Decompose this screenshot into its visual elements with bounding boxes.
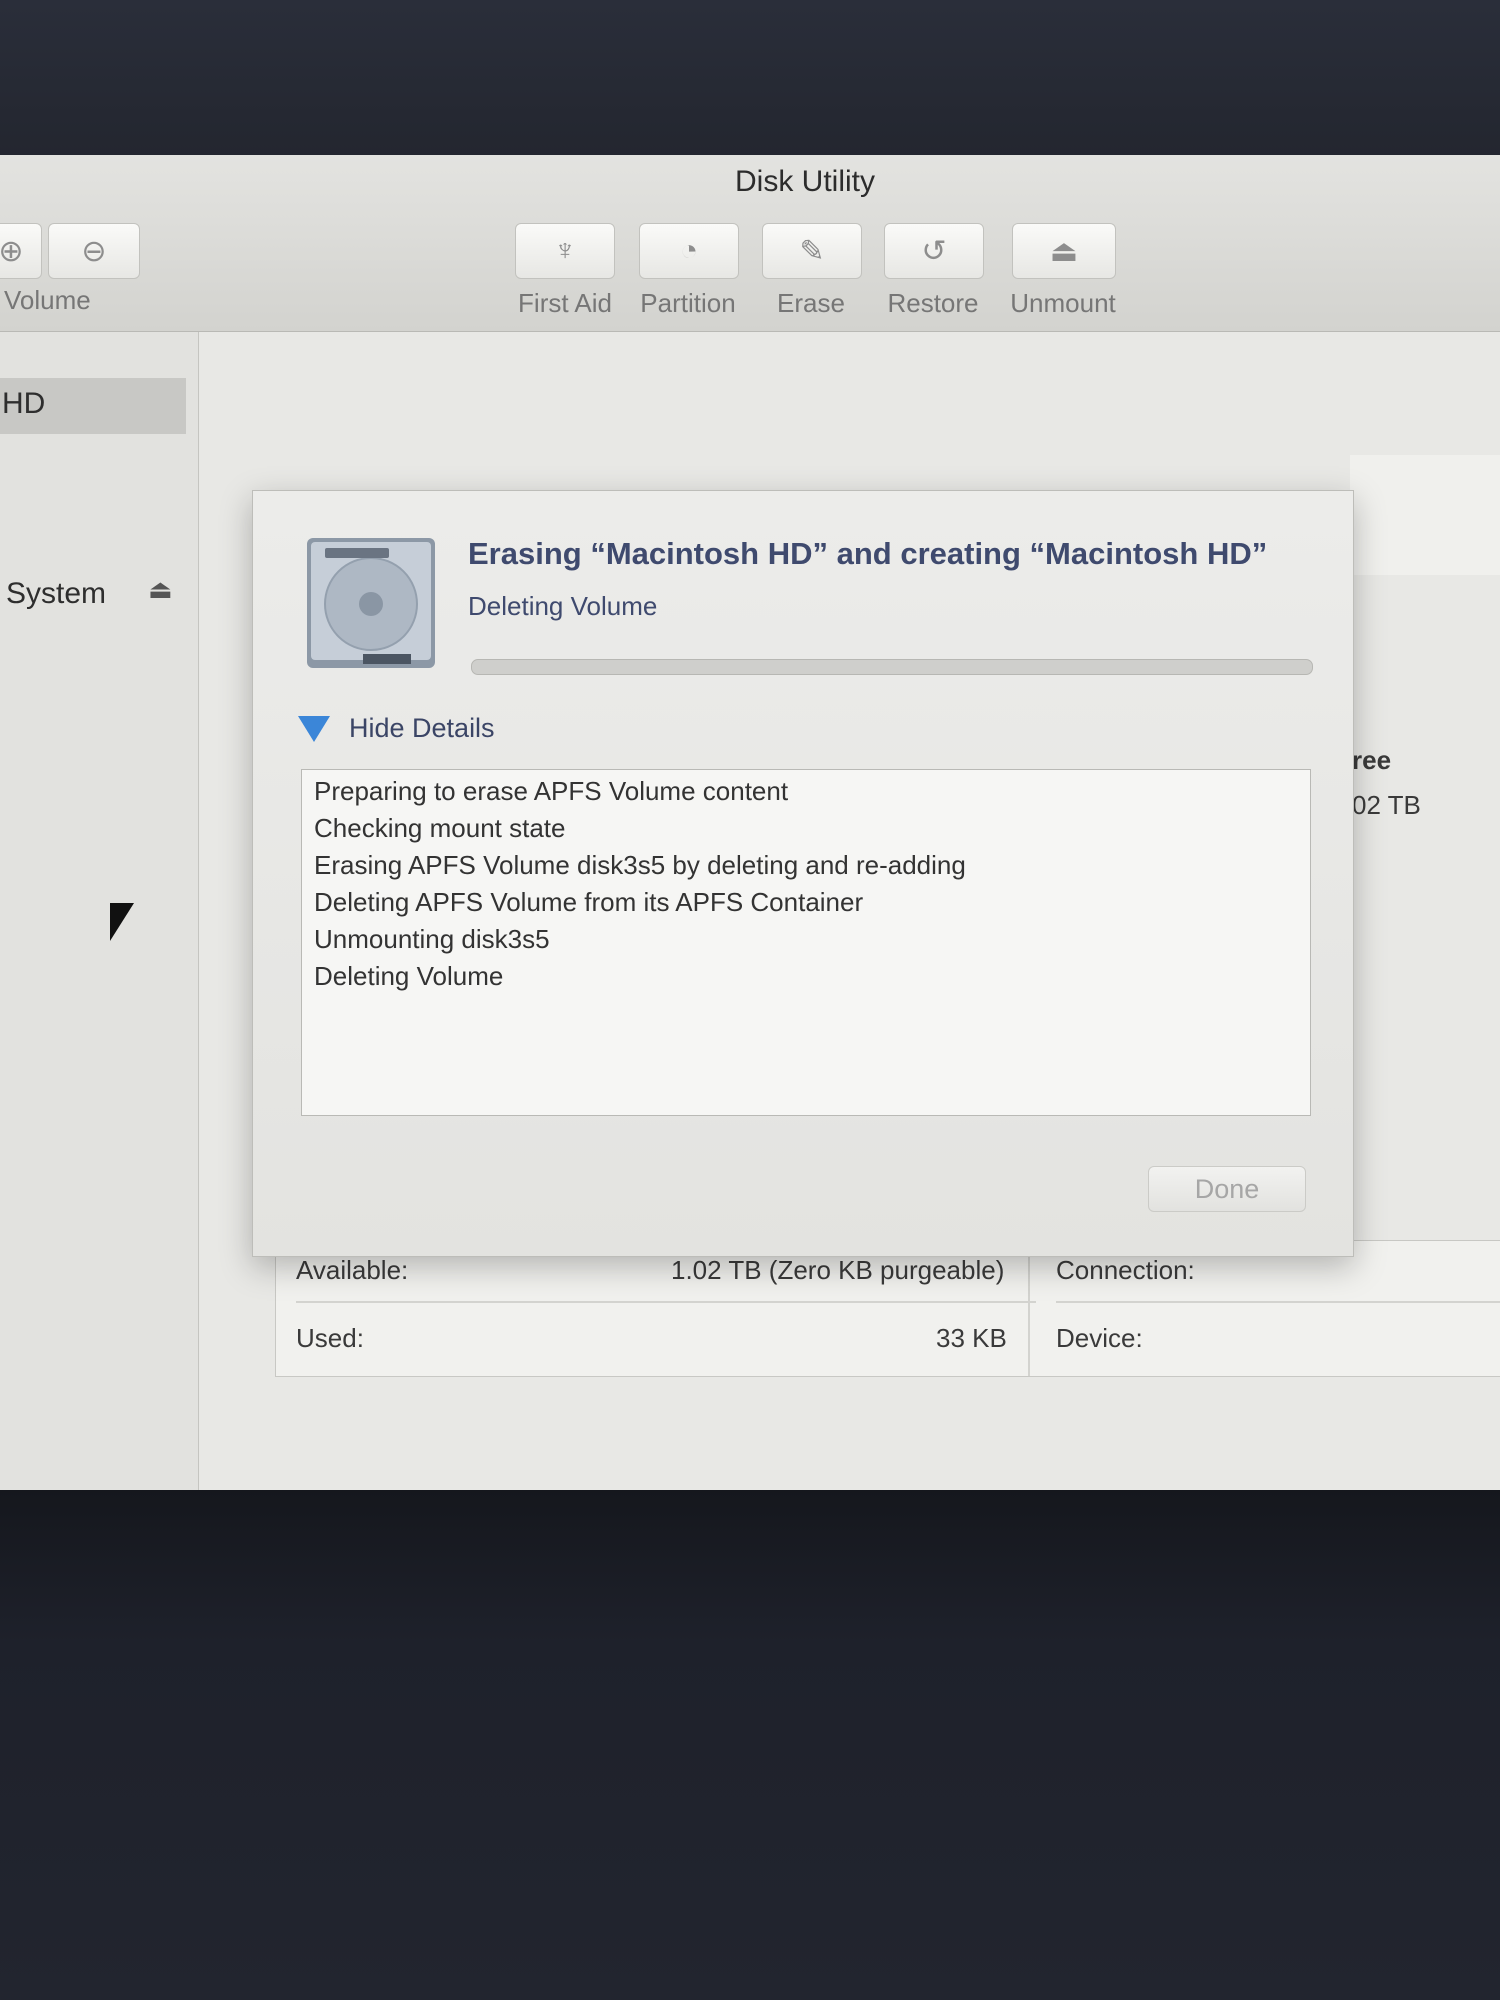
sidebar-item-system[interactable]: System xyxy=(6,577,106,611)
erase-progress-bar xyxy=(471,659,1313,675)
restore-button[interactable]: ↺ xyxy=(884,223,984,279)
volume-label: Volume xyxy=(4,285,91,315)
column-divider xyxy=(1028,1241,1030,1376)
sidebar: HD System ⏏ xyxy=(0,332,199,1490)
sheet-title: Erasing “Macintosh HD” and creating “Mac… xyxy=(468,536,1268,571)
log-line: Deleting Volume xyxy=(314,961,504,991)
disk-utility-window: Disk Utility ⊕ ⊖ Volume ♆ First Aid ◔ Pa… xyxy=(0,155,1500,1490)
hide-details-toggle[interactable]: Hide Details xyxy=(349,713,495,744)
log-line: Deleting APFS Volume from its APFS Conta… xyxy=(314,887,864,917)
connection-label: Connection: xyxy=(1056,1255,1195,1285)
free-value: 02 TB xyxy=(1352,790,1421,820)
screen-bezel-top xyxy=(0,0,1500,160)
add-volume-icon: ⊕ xyxy=(0,234,24,268)
hard-drive-icon xyxy=(307,538,435,668)
eject-icon: ⏏ xyxy=(1049,234,1079,268)
volume-info-table: Available: 1.02 TB (Zero KB purgeable) U… xyxy=(275,1240,1500,1377)
log-line: Checking mount state xyxy=(314,813,566,843)
available-value: 1.02 TB (Zero KB purgeable) xyxy=(671,1255,1005,1285)
row-divider xyxy=(296,1301,1036,1303)
log-line: Preparing to erase APFS Volume content xyxy=(314,776,789,806)
device-label: Device: xyxy=(1056,1323,1143,1353)
remove-volume-button[interactable]: ⊖ xyxy=(48,223,140,279)
mouse-cursor xyxy=(110,903,134,941)
details-log: Preparing to erase APFS Volume content C… xyxy=(301,769,1311,1116)
restore-label: Restore xyxy=(887,288,979,318)
erase-button[interactable]: ✎ xyxy=(762,223,862,279)
restore-arrow-icon: ↺ xyxy=(921,234,947,268)
add-volume-button[interactable]: ⊕ xyxy=(0,223,42,279)
row-divider-right xyxy=(1056,1301,1500,1303)
volume-info-panel xyxy=(1350,455,1500,575)
available-label: Available: xyxy=(296,1255,409,1285)
log-line: Erasing APFS Volume disk3s5 by deleting … xyxy=(314,850,966,880)
eject-icon[interactable]: ⏏ xyxy=(148,574,173,605)
sheet-status: Deleting Volume xyxy=(468,591,658,621)
pencil-icon: ✎ xyxy=(799,234,825,268)
disclosure-triangle-icon[interactable] xyxy=(298,716,330,742)
used-label: Used: xyxy=(296,1323,364,1353)
first-aid-button[interactable]: ♆ xyxy=(515,223,615,279)
used-value: 33 KB xyxy=(936,1323,1007,1353)
toolbar: Disk Utility ⊕ ⊖ Volume ♆ First Aid ◔ Pa… xyxy=(0,155,1500,332)
window-title: Disk Utility xyxy=(735,165,875,198)
sidebar-item-hd-label: HD xyxy=(2,387,46,420)
stethoscope-icon: ♆ xyxy=(553,234,577,267)
screen-bezel-bottom xyxy=(0,1490,1500,2000)
erase-label: Erase xyxy=(777,288,845,318)
remove-volume-icon: ⊖ xyxy=(81,234,107,268)
erase-progress-sheet: Erasing “Macintosh HD” and creating “Mac… xyxy=(252,490,1354,1257)
log-line: Unmounting disk3s5 xyxy=(314,924,550,954)
first-aid-label: First Aid xyxy=(518,288,612,318)
done-button[interactable]: Done xyxy=(1148,1166,1306,1212)
pie-chart-icon: ◔ xyxy=(679,234,699,267)
free-header: ree xyxy=(1352,745,1392,775)
unmount-button[interactable]: ⏏ xyxy=(1012,223,1116,279)
partition-button[interactable]: ◔ xyxy=(639,223,739,279)
unmount-label: Unmount xyxy=(1010,288,1116,318)
partition-label: Partition xyxy=(640,288,736,318)
